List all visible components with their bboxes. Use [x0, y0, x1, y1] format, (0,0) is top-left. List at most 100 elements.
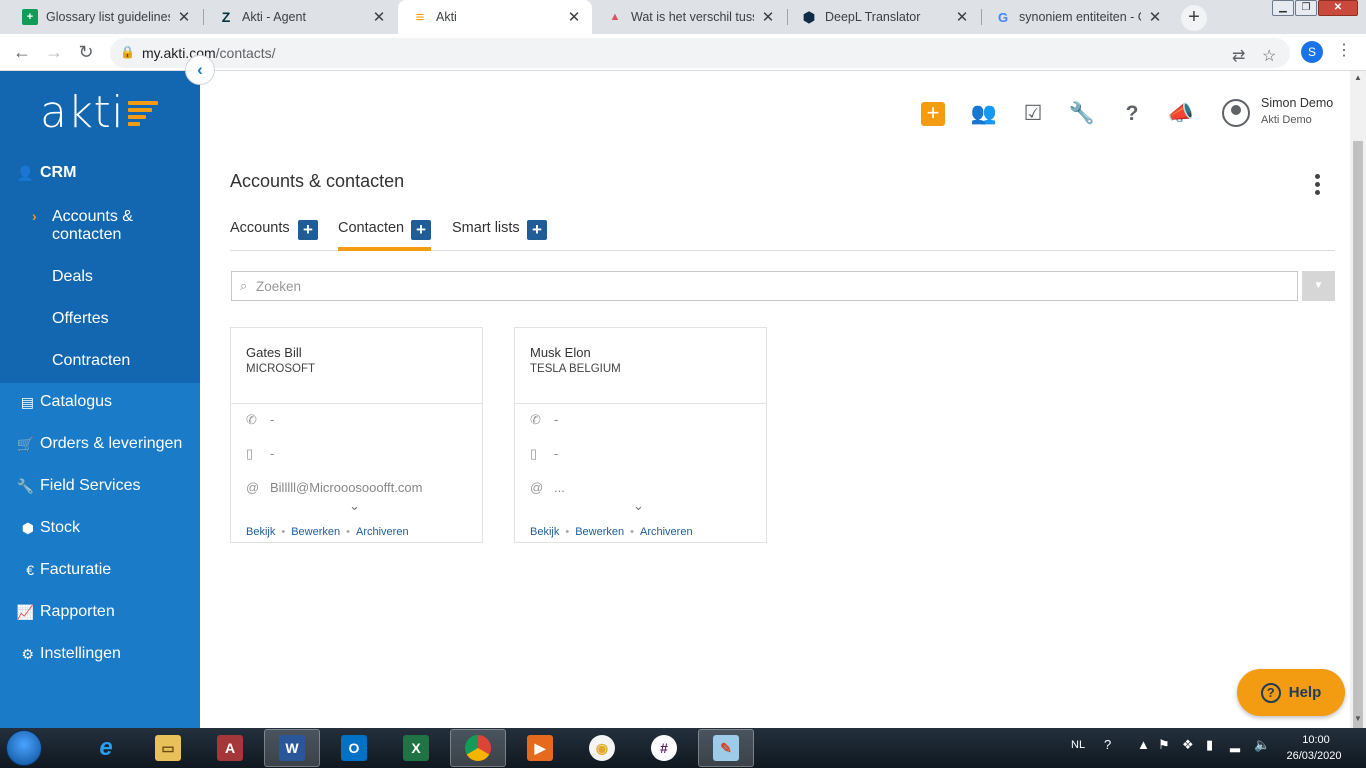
close-icon[interactable]: ✕	[371, 8, 387, 26]
slack-icon[interactable]: #	[636, 729, 692, 767]
search-input[interactable]	[256, 275, 1286, 297]
sidebar-item-field-services[interactable]: 🔧 Field Services	[0, 471, 200, 501]
sidebar-sub-contracten[interactable]: Contracten	[52, 352, 130, 370]
user-avatar-icon[interactable]	[1222, 99, 1250, 127]
contact-email[interactable]: ...	[554, 480, 565, 495]
keyboard-language[interactable]: NL	[1071, 739, 1085, 751]
sidebar-item-crm[interactable]: 👤 CRM	[0, 158, 200, 188]
search-dropdown-button[interactable]: ▼	[1302, 271, 1335, 301]
browser-tab[interactable]: + Glossary list guidelines - ✕	[8, 0, 202, 34]
contacts-list-icon[interactable]: 👥	[969, 101, 999, 127]
browser-tab-active[interactable]: ≡ Akti ✕	[398, 0, 592, 34]
sidebar-item-rapporten[interactable]: 📈 Rapporten	[0, 597, 200, 627]
outlook-icon[interactable]: O	[326, 729, 382, 767]
tray-expand-icon[interactable]: ▲	[1137, 737, 1150, 752]
window-close-button[interactable]: ✕	[1318, 0, 1358, 16]
sidebar-sub-accounts[interactable]: Accounts & contacten	[52, 208, 133, 244]
internet-explorer-icon[interactable]: e	[78, 729, 134, 767]
browser-tab[interactable]: Z Akti - Agent ✕	[204, 0, 397, 34]
contact-name[interactable]: Musk Elon	[530, 345, 591, 360]
back-icon[interactable]: ←	[10, 41, 34, 65]
chevron-down-icon[interactable]: ⌄	[349, 498, 360, 514]
sidebar-collapse-button[interactable]: ‹	[185, 55, 215, 85]
akti-logo[interactable]: akti	[40, 91, 124, 135]
question-icon[interactable]: ?	[1117, 101, 1147, 127]
excel-icon[interactable]: X	[388, 729, 444, 767]
contact-name[interactable]: Gates Bill	[246, 345, 302, 360]
close-icon[interactable]: ✕	[566, 8, 582, 26]
megaphone-icon[interactable]: 📣	[1166, 101, 1196, 127]
archive-link[interactable]: Archiveren	[640, 526, 693, 538]
tab-contacten[interactable]: Contacten	[338, 220, 404, 236]
scroll-thumb[interactable]	[1353, 141, 1363, 731]
more-options-icon[interactable]	[1311, 174, 1323, 198]
browser-tab[interactable]: ⬢ DeepL Translator ✕	[787, 0, 980, 34]
sidebar-item-facturatie[interactable]: € Facturatie	[0, 555, 200, 585]
archive-link[interactable]: Archiveren	[356, 526, 409, 538]
sidebar-item-stock[interactable]: ⬢ Stock	[0, 513, 200, 543]
flag-icon[interactable]: ⚑	[1158, 737, 1170, 753]
sidebar-item-catalogus[interactable]: ▤ Catalogus	[0, 387, 200, 417]
help-button[interactable]: ? Help	[1237, 669, 1345, 716]
sidebar-item-orders[interactable]: 🛒 Orders & leveringen	[0, 429, 200, 459]
sidebar-item-label: Orders & leveringen	[40, 435, 183, 452]
contact-card: Musk Elon TESLA BELGIUM ✆ - ▯ - @... ⌄ Bek…	[514, 327, 767, 543]
separator-dot: •	[630, 526, 634, 538]
access-icon[interactable]: A	[202, 729, 258, 767]
browser-menu-icon[interactable]: ⋮	[1336, 40, 1352, 60]
browser-profile-avatar[interactable]: S	[1301, 41, 1323, 63]
chrome-icon[interactable]	[450, 729, 506, 767]
tasks-icon[interactable]: ☑	[1018, 101, 1048, 127]
edit-link[interactable]: Bewerken	[575, 526, 624, 538]
reload-icon[interactable]: ↻	[74, 41, 98, 65]
browser-tab[interactable]: G synoniem entiteiten - Go ✕	[981, 0, 1173, 34]
contact-phone-row: ✆ -	[530, 412, 558, 428]
network-icon[interactable]: ▂	[1230, 737, 1240, 753]
translate-icon[interactable]: ⇄	[1232, 46, 1245, 66]
scroll-up-icon[interactable]: ▲	[1354, 73, 1362, 82]
scroll-down-icon[interactable]: ▼	[1354, 714, 1362, 723]
file-explorer-icon[interactable]: ▭	[140, 729, 196, 767]
browser-tab[interactable]: ▲ Wat is het verschil tusse ✕	[593, 0, 786, 34]
battery-icon[interactable]: ▮	[1206, 737, 1213, 753]
url-field[interactable]: 🔒 my.akti.com/contacts/ ⇄ ☆	[110, 38, 1290, 68]
clock-time[interactable]: 10:00	[1286, 734, 1346, 746]
close-icon[interactable]: ✕	[760, 8, 776, 26]
tab-smart-lists[interactable]: Smart lists	[452, 220, 520, 236]
help-tray-icon[interactable]: ?	[1104, 737, 1111, 752]
new-tab-button[interactable]: +	[1181, 5, 1207, 31]
word-icon[interactable]: W	[264, 729, 320, 767]
add-account-button[interactable]: +	[298, 220, 318, 240]
bookmark-star-icon[interactable]: ☆	[1262, 46, 1276, 66]
close-icon[interactable]: ✕	[176, 8, 192, 26]
add-contact-button[interactable]: +	[411, 220, 431, 240]
maximize-button[interactable]: ❐	[1295, 0, 1317, 16]
dropbox-icon[interactable]: ❖	[1182, 737, 1194, 753]
sidebar-item-instellingen[interactable]: ⚙ Instellingen	[0, 639, 200, 669]
sidebar-sub-offertes[interactable]: Offertes	[52, 310, 109, 328]
close-icon[interactable]: ✕	[1147, 8, 1163, 26]
at-icon: @	[246, 480, 260, 495]
windows-start-button[interactable]	[6, 730, 42, 766]
volume-icon[interactable]: 🔈	[1254, 737, 1270, 753]
close-icon[interactable]: ✕	[954, 8, 970, 26]
media-player-icon[interactable]: ▶	[512, 729, 568, 767]
view-link[interactable]: Bekijk	[530, 526, 559, 538]
forward-icon[interactable]: →	[42, 41, 66, 65]
lock-icon: 🔒	[120, 45, 135, 59]
contact-email[interactable]: Billlll@Microoosooofft.com	[270, 480, 422, 495]
page-scrollbar[interactable]: ▲ ▼	[1350, 71, 1366, 731]
add-smart-list-button[interactable]: +	[527, 220, 547, 240]
snagit-icon[interactable]: ◉	[574, 729, 630, 767]
sidebar-sub-deals[interactable]: Deals	[52, 268, 93, 286]
view-link[interactable]: Bekijk	[246, 526, 275, 538]
user-name[interactable]: Simon Demo	[1261, 96, 1333, 110]
edit-link[interactable]: Bewerken	[291, 526, 340, 538]
wrench-icon[interactable]: 🔧	[1067, 101, 1097, 127]
tab-accounts[interactable]: Accounts	[230, 220, 290, 236]
quick-add-button[interactable]: +	[921, 102, 945, 126]
paint-icon[interactable]: ✎	[698, 729, 754, 767]
chevron-down-icon[interactable]: ⌄	[633, 498, 644, 514]
clock-date[interactable]: 26/03/2020	[1282, 750, 1346, 762]
minimize-button[interactable]: ▁	[1272, 0, 1294, 16]
